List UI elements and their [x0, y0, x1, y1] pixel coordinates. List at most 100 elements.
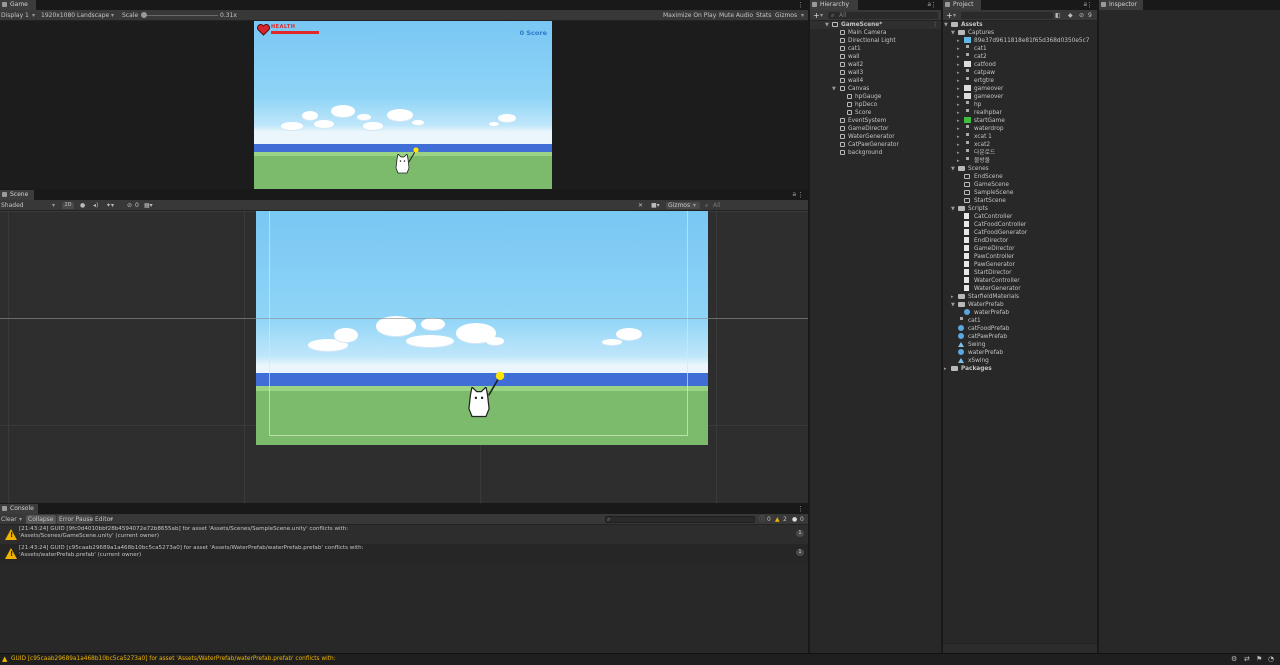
expand-arrow-icon[interactable]: ▼	[951, 301, 955, 309]
expand-arrow-icon[interactable]: ▸	[957, 101, 960, 109]
game-viewport[interactable]: HEALTH 0 Score	[0, 21, 808, 189]
project-item[interactable]: PawGenerator	[943, 261, 1097, 269]
hierarchy-item[interactable]: Score	[810, 109, 941, 117]
project-item[interactable]: GameScene	[943, 181, 1097, 189]
hierarchy-item[interactable]: Main Camera	[810, 29, 941, 37]
project-item[interactable]: ▸ Packages	[943, 365, 1097, 373]
tools-icon[interactable]: ✕	[638, 200, 643, 211]
lock-icon[interactable]: a	[792, 191, 796, 198]
expand-arrow-icon[interactable]: ▸	[957, 125, 960, 133]
project-item[interactable]: ▸ xcat 1	[943, 133, 1097, 141]
filter-label-icon[interactable]: ◆	[1068, 10, 1073, 21]
expand-arrow-icon[interactable]: ▸	[957, 149, 960, 157]
hierarchy-item[interactable]: wall3	[810, 69, 941, 77]
expand-arrow-icon[interactable]: ▸	[957, 141, 960, 149]
clear-button[interactable]: Clear	[1, 514, 17, 525]
hierarchy-item[interactable]: CatPawGenerator	[810, 141, 941, 149]
audio-icon[interactable]: ◂)	[93, 200, 98, 211]
project-item[interactable]: ▸ 다운로드	[943, 149, 1097, 157]
kebab-menu-icon[interactable]: ⋮	[932, 21, 938, 29]
hierarchy-scene-row[interactable]: ▼ GameScene* ⋮	[810, 21, 941, 29]
project-item[interactable]: xSwing	[943, 357, 1097, 365]
hierarchy-item[interactable]: cat1	[810, 45, 941, 53]
scene-search-input[interactable]: All	[713, 200, 720, 211]
bell-icon[interactable]: ◔	[1268, 655, 1274, 663]
expand-arrow-icon[interactable]: ▸	[957, 157, 960, 165]
add-icon[interactable]: +	[946, 10, 953, 21]
error-icon[interactable]: ●	[792, 514, 797, 525]
project-item[interactable]: ▸ catfood	[943, 61, 1097, 69]
hierarchy-item[interactable]: EventSystem	[810, 117, 941, 125]
project-item[interactable]: CatController	[943, 213, 1097, 221]
project-item[interactable]: ▸ ertgtre	[943, 77, 1097, 85]
expand-arrow-icon[interactable]: ▸	[957, 85, 960, 93]
project-item[interactable]: ▼ Captures	[943, 29, 1097, 37]
expand-arrow-icon[interactable]: ▸	[957, 93, 960, 101]
project-item[interactable]: CatFoodGenerator	[943, 229, 1097, 237]
collapse-toggle[interactable]: Collapse	[28, 514, 54, 525]
filter-type-icon[interactable]: ◧	[1055, 10, 1061, 21]
tab-scene[interactable]: Scene	[0, 190, 34, 200]
project-item[interactable]: waterPrefab	[943, 349, 1097, 357]
hierarchy-item[interactable]: hpDeco	[810, 101, 941, 109]
status-message[interactable]: GUID [c95caab29689a1a468b10bc5ca5273a0] …	[11, 656, 336, 662]
project-item[interactable]: SampleScene	[943, 189, 1097, 197]
expand-arrow-icon[interactable]: ▸	[957, 53, 960, 61]
scene-viewport[interactable]	[0, 211, 808, 503]
project-item[interactable]: Swing	[943, 341, 1097, 349]
project-item[interactable]: ▸ StarfieldMaterials	[943, 293, 1097, 301]
project-item[interactable]: catPawPrefab	[943, 333, 1097, 341]
expand-arrow-icon[interactable]: ▼	[951, 205, 955, 213]
kebab-menu-icon[interactable]: ⋮	[797, 191, 804, 199]
project-item[interactable]: waterPrefab	[943, 309, 1097, 317]
kebab-menu-icon[interactable]: ⋮	[797, 505, 804, 513]
expand-arrow-icon[interactable]: ▸	[944, 365, 947, 373]
project-item[interactable]: CatFoodController	[943, 221, 1097, 229]
project-search-input[interactable]	[961, 12, 1053, 19]
log-entry[interactable]: [21:43:24] GUID [c95caab29689a1a468b10bc…	[0, 544, 808, 563]
hierarchy-item[interactable]: hpGauge	[810, 93, 941, 101]
project-item[interactable]: ▼ Assets	[943, 21, 1097, 29]
project-item[interactable]: catFoodPrefab	[943, 325, 1097, 333]
project-item[interactable]: WaterController	[943, 277, 1097, 285]
maximize-on-play-toggle[interactable]: Maximize On Play	[663, 10, 716, 21]
project-item[interactable]: EndDirector	[943, 237, 1097, 245]
hierarchy-item[interactable]: wall	[810, 53, 941, 61]
expand-arrow-icon[interactable]: ▼	[951, 165, 955, 173]
expand-arrow-icon[interactable]: ▸	[957, 45, 960, 53]
effects-icon[interactable]: ✦▾	[106, 200, 114, 211]
project-item[interactable]: ▸ cat1	[943, 45, 1097, 53]
project-item[interactable]: ▸ gameover	[943, 93, 1097, 101]
expand-arrow-icon[interactable]: ▼	[832, 85, 836, 93]
add-icon[interactable]: +	[813, 10, 820, 21]
expand-arrow-icon[interactable]: ▸	[957, 117, 960, 125]
tab-console[interactable]: Console	[0, 504, 38, 514]
project-item[interactable]: ▼ WaterPrefab	[943, 301, 1097, 309]
log-entry[interactable]: [21:43:24] GUID [9fc0d4010bbf28b4594072e…	[0, 525, 808, 544]
expand-arrow-icon[interactable]: ▸	[957, 69, 960, 77]
stats-toggle[interactable]: Stats	[756, 10, 771, 21]
mute-audio-toggle[interactable]: Mute Audio	[719, 10, 753, 21]
info-icon[interactable]: ⓘ	[759, 514, 765, 525]
console-search-input[interactable]	[605, 516, 755, 523]
progress-icon[interactable]: ⚙	[1231, 655, 1237, 663]
expand-arrow-icon[interactable]: ▸	[957, 61, 960, 69]
scene-gizmos-dropdown[interactable]: Gizmos	[668, 200, 690, 211]
hierarchy-item[interactable]: wall4	[810, 77, 941, 85]
resolution-dropdown[interactable]: 1920x1080 Landscape	[41, 10, 109, 21]
project-item[interactable]: EndScene	[943, 173, 1097, 181]
project-item[interactable]: ▸ 89e37d9611818e81f65d368d0350e5c7	[943, 37, 1097, 45]
kebab-menu-icon[interactable]: ⋮	[797, 1, 804, 9]
shading-dropdown[interactable]: Shaded	[1, 200, 24, 211]
expand-arrow-icon[interactable]: ▼	[944, 21, 948, 29]
hierarchy-item[interactable]: GameDirector	[810, 125, 941, 133]
project-item[interactable]: ▸ waterdrop	[943, 125, 1097, 133]
hierarchy-item[interactable]: WaterGenerator	[810, 133, 941, 141]
kebab-menu-icon[interactable]: ⋮	[1086, 1, 1093, 9]
tab-inspector[interactable]: Inspector	[1099, 0, 1143, 10]
project-item[interactable]: ▼ Scenes	[943, 165, 1097, 173]
project-item[interactable]: ▸ xcat2	[943, 141, 1097, 149]
warning-icon[interactable]: ▲	[775, 514, 780, 525]
project-item[interactable]: ▸ gameover	[943, 85, 1097, 93]
project-item[interactable]: PawController	[943, 253, 1097, 261]
